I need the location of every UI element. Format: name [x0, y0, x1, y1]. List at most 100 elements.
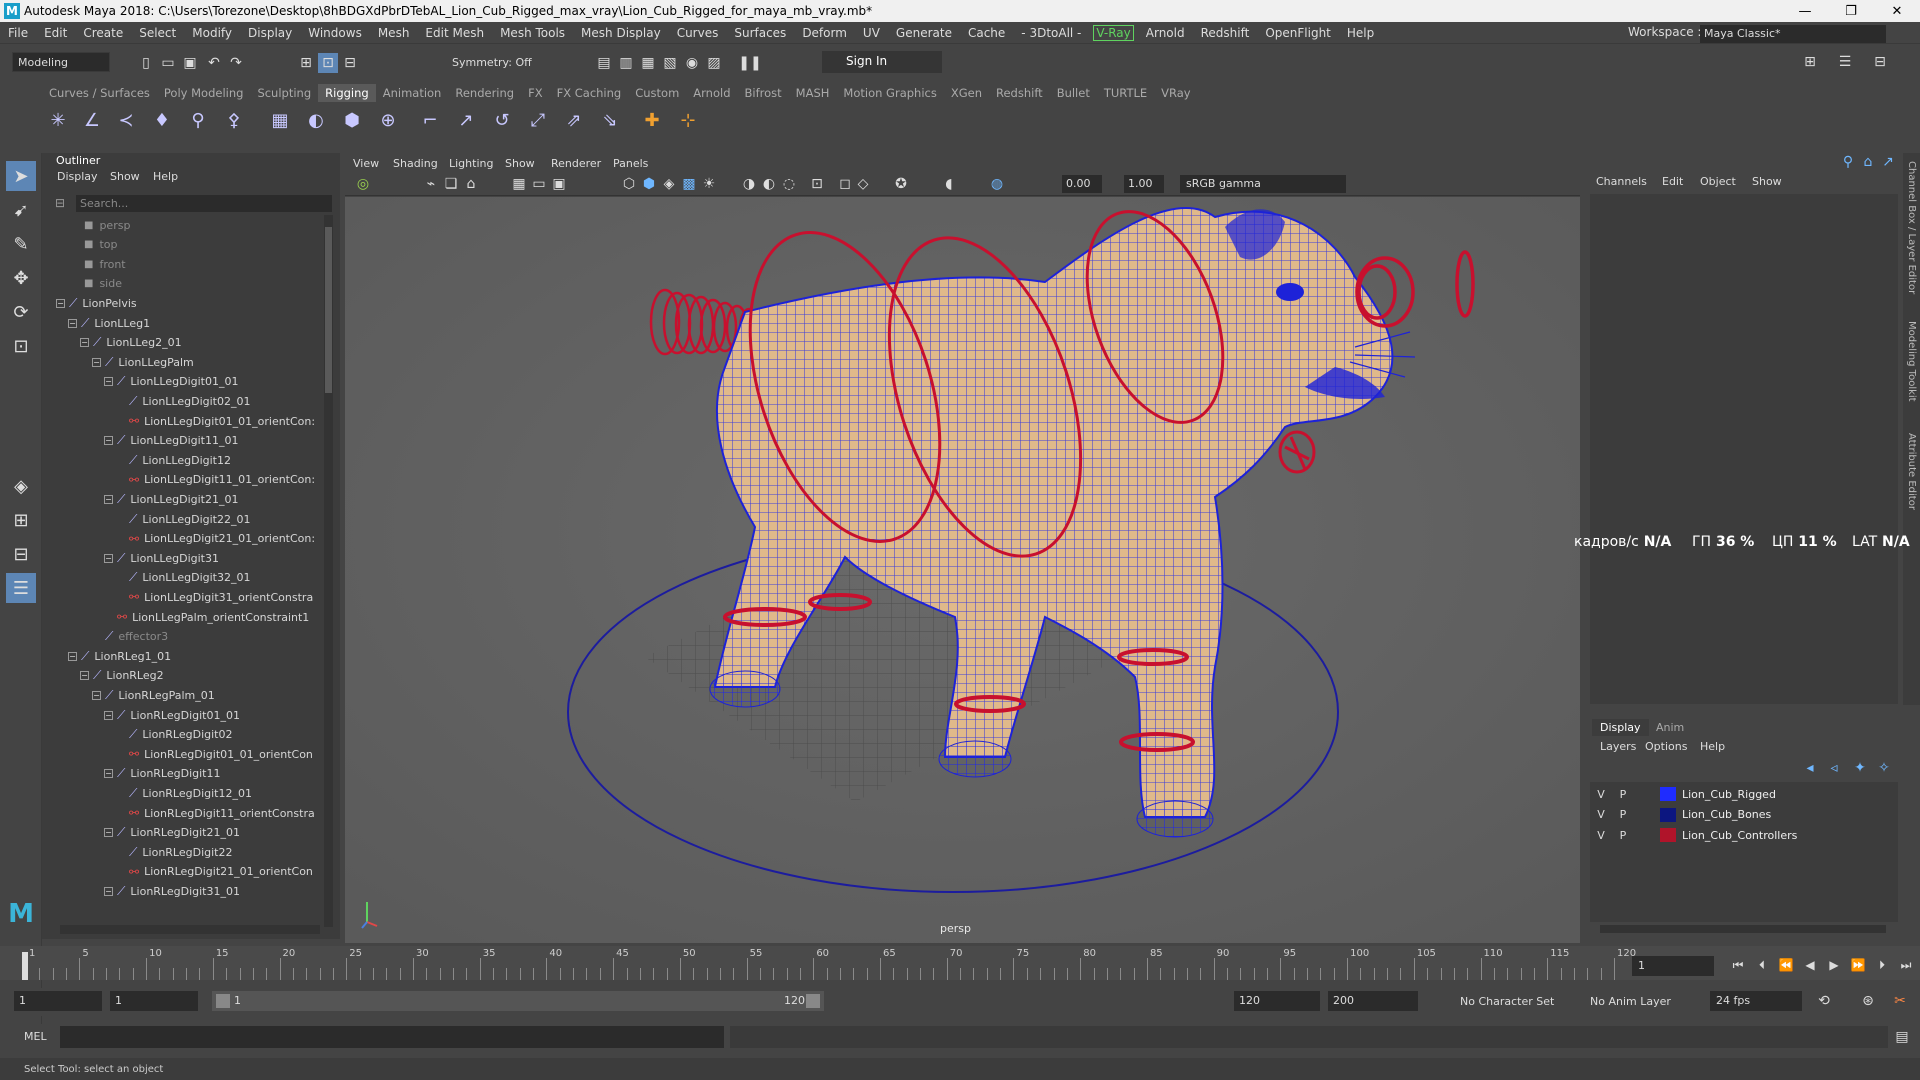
ik-handle-icon[interactable]: ∠ — [80, 108, 104, 132]
workspace-select[interactable]: Maya Classic* — [1700, 25, 1886, 43]
move-layer-up-icon[interactable]: ◂ — [1800, 758, 1820, 778]
outliner-item[interactable]: ⟋ LionLLegDigit22_01 — [116, 509, 250, 529]
orient-constraint-icon[interactable]: ↺ — [490, 108, 514, 132]
shelf-tab-bifrost[interactable]: Bifrost — [738, 84, 789, 102]
shelf-tab-turtle[interactable]: TURTLE — [1097, 84, 1154, 102]
outliner-item[interactable]: − ⟋ LionLLeg2_01 — [80, 333, 182, 353]
viewport-menu-panels[interactable]: Panels — [613, 157, 648, 170]
create-joints-icon[interactable]: ✳ — [46, 108, 70, 132]
menu-cache[interactable]: Cache — [960, 26, 1013, 40]
viewport-menu-lighting[interactable]: Lighting — [449, 157, 493, 170]
collapse-icon[interactable]: − — [80, 338, 89, 348]
anim-layer-select[interactable]: No Anim Layer — [1590, 995, 1671, 1008]
outliner-item[interactable]: ⟋ LionRLegDigit12_01 — [116, 783, 252, 803]
outliner-tab[interactable]: Outliner — [50, 153, 107, 169]
layers-menu[interactable]: Layers — [1600, 740, 1636, 753]
xray-icon[interactable]: ◻ — [835, 174, 855, 194]
outliner-item[interactable]: ⚯ LionLLegDigit21_01_orientCon: — [116, 529, 315, 549]
outliner-menu-display[interactable]: Display — [57, 170, 98, 183]
select-object-icon[interactable]: ⊡ — [318, 53, 338, 73]
color-space-select[interactable]: sRGB gamma — [1180, 175, 1346, 193]
lasso-tool-icon[interactable]: ➹ — [6, 195, 36, 225]
show-menu[interactable]: Show — [1752, 175, 1782, 188]
menu-arnold[interactable]: Arnold — [1138, 26, 1193, 40]
locator-icon[interactable]: ✚ — [640, 108, 664, 132]
menu-help[interactable]: Help — [1339, 26, 1382, 40]
outliner-layout-icon[interactable]: ☰ — [6, 573, 36, 603]
joint-label-icon[interactable]: ⊹ — [676, 108, 700, 132]
smooth-shade-icon[interactable]: ⬢ — [639, 174, 659, 194]
symmetry-label[interactable]: Symmetry: Off — [452, 56, 532, 69]
move-layer-down-icon[interactable]: ◃ — [1824, 758, 1844, 778]
collapse-icon[interactable]: − — [104, 710, 113, 720]
open-scene-icon[interactable]: ▭ — [158, 53, 178, 73]
layer-help-menu[interactable]: Help — [1700, 740, 1725, 753]
layer-color-swatch[interactable] — [1660, 807, 1676, 822]
shelf-tab-fx-caching[interactable]: FX Caching — [550, 84, 629, 102]
image-plane-icon[interactable]: ⌂ — [461, 174, 481, 194]
outliner-item[interactable]: ⟋ LionRLegDigit02 — [116, 725, 233, 745]
camera-attributes-icon[interactable]: ⌁ — [421, 174, 441, 194]
collapse-icon[interactable]: − — [80, 671, 89, 681]
fps-select[interactable]: 24 fps — [1710, 991, 1802, 1011]
viewport-menu-view[interactable]: View — [353, 157, 379, 170]
select-tool-icon[interactable]: ➤ — [6, 161, 36, 191]
scale-tool-icon[interactable]: ⊡ — [6, 331, 36, 361]
outliner-item[interactable]: − ⟋ LionRLeg2 — [80, 666, 164, 686]
outliner-item[interactable]: ■ side — [84, 274, 122, 294]
outliner-item[interactable]: ⟋ LionLLegDigit02_01 — [116, 391, 250, 411]
outliner-item[interactable]: − ⟋ LionRLegPalm_01 — [92, 685, 215, 705]
playback-range-slider[interactable]: 1 120 — [212, 991, 824, 1011]
undo-icon[interactable]: ↶ — [204, 53, 224, 73]
parent-constraint-icon[interactable]: ⌐ — [418, 108, 442, 132]
layer-row[interactable]: V P Lion_Cub_Rigged — [1590, 784, 1898, 804]
outliner-item[interactable]: − ⟋ LionLLegDigit31 — [104, 548, 219, 568]
new-layer-selected-icon[interactable]: ✧ — [1874, 758, 1894, 778]
shelf-tab-rendering[interactable]: Rendering — [448, 84, 521, 102]
menu-windows[interactable]: Windows — [300, 26, 370, 40]
outliner-item[interactable]: − ⟋ LionLLegDigit21_01 — [104, 489, 238, 509]
collapse-icon[interactable]: − — [68, 651, 77, 661]
outliner-search-input[interactable]: Search... — [76, 195, 332, 212]
select-hierarchy-icon[interactable]: ⊞ — [296, 53, 316, 73]
shelf-tab-xgen[interactable]: XGen — [944, 84, 989, 102]
shadows-icon[interactable]: ◑ — [739, 174, 759, 194]
attribute-editor-toggle-icon[interactable]: ⌂ — [1858, 152, 1878, 172]
outliner-item[interactable]: − ⟋ LionLLeg1 — [68, 313, 150, 333]
render-setup-icon[interactable]: ▨ — [704, 53, 724, 73]
layer-row[interactable]: V P Lion_Cub_Bones — [1590, 805, 1898, 825]
channels-menu[interactable]: Channels — [1596, 175, 1647, 188]
quick-layout-four-icon[interactable]: ⊞ — [6, 505, 36, 535]
range-start-handle[interactable] — [216, 994, 230, 1008]
anim-prefs-icon[interactable]: ✂ — [1890, 991, 1910, 1011]
sign-in-button[interactable]: Sign In — [822, 51, 942, 73]
exposure-field[interactable]: 0.00 — [1062, 175, 1102, 193]
toggle-sidebar-icon[interactable]: ☰ — [1835, 52, 1855, 72]
skin-bind-icon[interactable]: ♦ — [150, 108, 174, 132]
lattice-icon[interactable]: ▦ — [268, 108, 292, 132]
bookmark-icon[interactable]: ❏ — [441, 174, 461, 194]
collapse-icon[interactable]: − — [104, 377, 113, 387]
outliner-item[interactable]: − ⟋ LionRLeg1_01 — [68, 646, 171, 666]
step-back-key-icon[interactable]: ⏪ — [1776, 955, 1796, 975]
grid-icon[interactable]: ▦ — [509, 174, 529, 194]
cluster-icon[interactable]: ◐ — [304, 108, 328, 132]
anim-end-field[interactable]: 200 — [1328, 991, 1418, 1011]
textured-icon[interactable]: ▩ — [679, 174, 699, 194]
pause-icon[interactable]: ❚❚ — [738, 53, 761, 73]
outliner-item[interactable]: ⟋ LionLLegDigit32_01 — [116, 568, 250, 588]
outliner-item[interactable]: ⚯ LionRLegDigit11_orientConstra — [116, 803, 315, 823]
outliner-menu-show[interactable]: Show — [110, 170, 140, 183]
script-editor-icon[interactable]: ▤ — [1892, 1027, 1912, 1047]
collapse-icon[interactable]: − — [104, 436, 113, 446]
ambient-occlusion-icon[interactable]: ◐ — [759, 174, 779, 194]
outliner-item[interactable]: ⚯ LionLLegDigit01_01_orientCon: — [116, 411, 315, 431]
side-tab-attribute-editor[interactable]: Attribute Editor — [1906, 433, 1917, 510]
shelf-tab-arnold[interactable]: Arnold — [686, 84, 737, 102]
play-forward-icon[interactable]: ▶ — [1824, 955, 1844, 975]
loop-icon[interactable]: ⟲ — [1814, 991, 1834, 1011]
outliner-item[interactable]: ⚯ LionLLegPalm_orientConstraint1 — [104, 607, 309, 627]
outliner-item[interactable]: ■ persp — [84, 215, 130, 235]
close-button[interactable]: ✕ — [1874, 0, 1920, 22]
mel-label[interactable]: MEL — [24, 1030, 47, 1043]
